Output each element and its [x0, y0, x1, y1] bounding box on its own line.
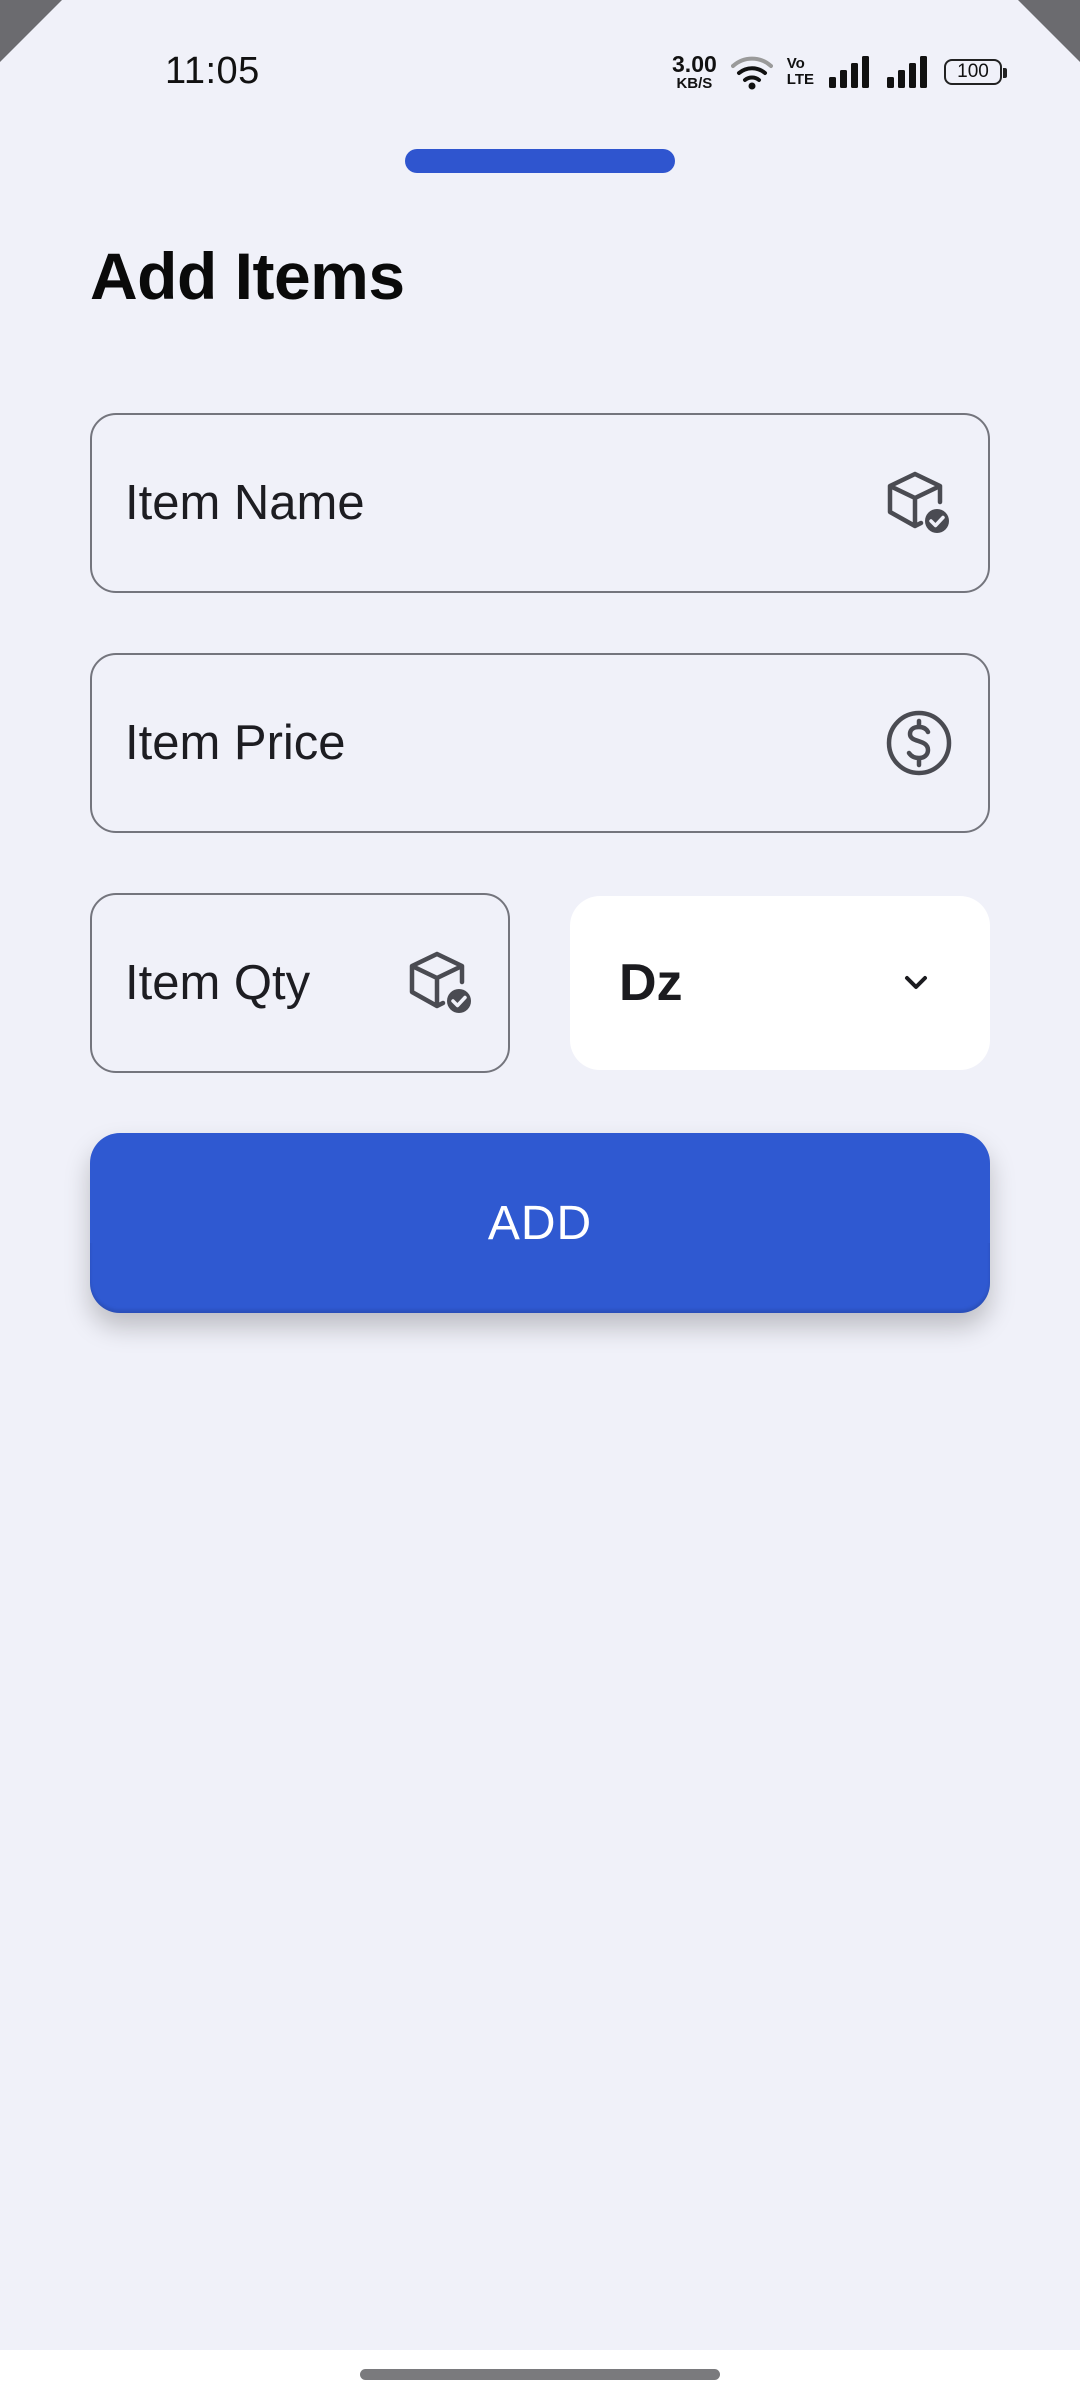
network-speed-value: 3.00: [672, 51, 717, 77]
unit-selected-value: Dz: [619, 954, 683, 1012]
home-indicator[interactable]: [360, 2369, 720, 2380]
unit-dropdown[interactable]: Dz: [570, 896, 990, 1070]
battery-icon: 100: [944, 59, 1007, 85]
dollar-circle-icon: [886, 710, 952, 776]
box-check-icon: [409, 951, 471, 1013]
item-qty-field[interactable]: Item Qty: [90, 893, 510, 1073]
page-title: Add Items: [90, 239, 405, 313]
wifi-icon: [730, 56, 773, 90]
network-speed-unit: KB/S: [676, 75, 713, 92]
box-check-icon: [887, 471, 949, 533]
item-price-placeholder: Item Price: [125, 716, 346, 770]
item-price-field[interactable]: Item Price: [90, 653, 990, 833]
signal-icon: [887, 56, 927, 88]
battery-level: 100: [957, 61, 989, 82]
signal-icon: [829, 56, 869, 88]
item-name-placeholder: Item Name: [125, 476, 365, 530]
item-name-field[interactable]: Item Name: [90, 413, 990, 593]
network-speed: 3.00 KB/S: [672, 51, 717, 92]
volte-indicator: Vo LTE: [787, 56, 814, 88]
navigation-bar: [0, 2350, 1080, 2400]
status-time: 11:05: [165, 50, 260, 92]
chevron-down-icon: [905, 976, 927, 989]
status-bar: 11:05 3.00 KB/S Vo LTE 100: [0, 0, 1080, 140]
item-qty-placeholder: Item Qty: [125, 956, 311, 1010]
status-icons: 3.00 KB/S Vo LTE 100: [672, 50, 1007, 94]
add-button[interactable]: ADD: [90, 1133, 990, 1313]
sheet-drag-handle[interactable]: [405, 149, 675, 173]
volte-line-1: Vo: [786, 55, 805, 73]
volte-line-2: LTE: [786, 71, 814, 88]
